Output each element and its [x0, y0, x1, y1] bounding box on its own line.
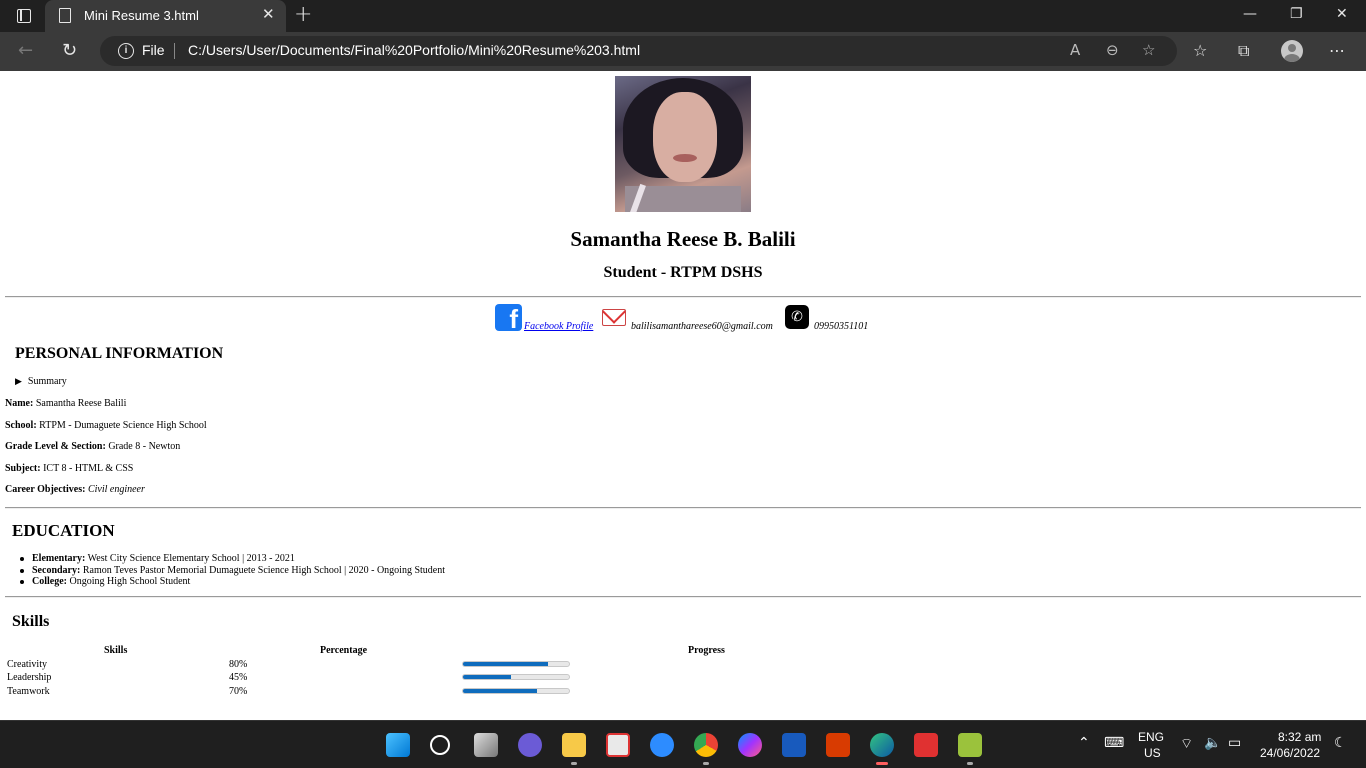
divider — [5, 507, 1361, 509]
summary-toggle[interactable]: ▶ Summary — [15, 376, 67, 387]
moon-icon[interactable]: ☾ — [1334, 735, 1347, 751]
info-icon[interactable]: i — [118, 43, 134, 59]
clock-time[interactable]: 8:32 am — [1278, 730, 1321, 744]
taskbar: ⌃ ⌨ ENG US ⌔ 🔈 ▭ 8:32 am 24/06/2022 ☾ — [0, 720, 1366, 768]
summary-label: Summary — [27, 376, 67, 387]
chat-icon[interactable] — [518, 733, 542, 757]
skill-name: Creativity — [7, 659, 47, 670]
profile-avatar[interactable] — [1281, 40, 1303, 62]
list-item: College: Ongoing High School Student — [19, 576, 445, 588]
read-aloud-icon[interactable]: A — [1070, 41, 1080, 59]
zoom-app-icon[interactable] — [650, 733, 674, 757]
address-bar[interactable]: i File C:/Users/User/Documents/Final%20P… — [100, 36, 1177, 66]
more-options-icon[interactable]: ⋯ — [1329, 41, 1345, 60]
word-icon[interactable] — [782, 733, 806, 757]
clock-date[interactable]: 24/06/2022 — [1260, 746, 1320, 760]
progress-bar-teamwork — [462, 688, 570, 694]
language-region[interactable]: US — [1144, 746, 1161, 760]
skills-heading: Skills — [12, 613, 50, 630]
progress-fill — [463, 662, 548, 666]
file-icon — [59, 8, 71, 23]
percentage-column-header: Percentage — [320, 645, 368, 656]
close-window-icon[interactable]: ✕ — [1336, 6, 1348, 22]
restore-icon[interactable]: ❐ — [1290, 6, 1303, 22]
add-favorite-icon[interactable]: ☆ — [1142, 41, 1155, 59]
education-list: Elementary: West City Science Elementary… — [19, 553, 446, 588]
email-icon — [602, 309, 626, 326]
collections-icon[interactable]: ⧉ — [1238, 41, 1249, 61]
skill-percent: 70% — [229, 686, 248, 697]
progress-bar-creativity — [462, 661, 570, 667]
education-heading: EDUCATION — [12, 521, 115, 540]
resume-subtitle: Student - RTPM DSHS — [603, 264, 763, 281]
phone-number: 09950351101 — [814, 321, 869, 332]
file-explorer-icon[interactable] — [562, 733, 586, 757]
wps-office-icon[interactable] — [914, 733, 938, 757]
info-grade-section: Grade Level & Section: Grade 8 - Newton — [5, 441, 181, 452]
minimize-icon[interactable]: — — [1243, 6, 1257, 22]
list-item: Elementary: West City Science Elementary… — [19, 553, 445, 565]
personal-info-heading: PERSONAL INFORMATION — [15, 345, 224, 362]
address-url[interactable]: C:/Users/User/Documents/Final%20Portfoli… — [188, 42, 640, 58]
progress-column-header: Progress — [688, 645, 725, 656]
refresh-icon[interactable]: ↻ — [62, 40, 77, 61]
zoom-icon[interactable]: ⊖ — [1106, 41, 1119, 59]
address-scheme: File — [142, 42, 165, 58]
progress-fill — [463, 675, 511, 679]
task-view-icon[interactable] — [474, 733, 498, 757]
divider — [5, 296, 1361, 298]
email-address: balilisamanthareese60@gmail.com — [631, 321, 773, 332]
tab-actions-icon[interactable] — [17, 9, 31, 23]
facebook-icon: f — [495, 304, 522, 331]
browser-tab-bar: Mini Resume 3.html ✕ + — ❐ ✕ — [0, 0, 1366, 32]
info-school: School: RTPM - Dumaguete Science High Sc… — [5, 420, 207, 431]
chrome-icon[interactable] — [694, 733, 718, 757]
skill-name: Leadership — [7, 672, 52, 683]
progress-fill — [463, 689, 538, 693]
tab-mini-resume[interactable]: Mini Resume 3.html ✕ — [45, 0, 286, 32]
wifi-icon[interactable]: ⌔ — [1180, 735, 1193, 753]
triangle-right-icon: ▶ — [15, 377, 22, 387]
spreadsheet-app-icon[interactable] — [958, 733, 982, 757]
skills-column-header: Skills — [104, 645, 128, 656]
page-content: Samantha Reese B. Balili Student - RTPM … — [0, 71, 1366, 720]
favorites-icon[interactable]: ☆ — [1193, 41, 1207, 60]
profile-photo — [615, 76, 751, 212]
close-tab-icon[interactable]: ✕ — [262, 5, 275, 23]
messenger-icon[interactable] — [738, 733, 762, 757]
skill-name: Teamwork — [7, 686, 50, 697]
address-divider — [174, 43, 175, 59]
resume-name: Samantha Reese B. Balili — [570, 227, 796, 251]
search-icon[interactable] — [430, 735, 450, 755]
battery-icon[interactable]: ▭ — [1228, 735, 1241, 751]
office-icon[interactable] — [826, 733, 850, 757]
divider — [5, 596, 1361, 598]
back-icon[interactable]: ← — [18, 40, 33, 61]
phone-icon: ✆ — [785, 305, 809, 329]
volume-icon[interactable]: 🔈 — [1204, 735, 1221, 751]
info-career-objectives: Career Objectives: Civil engineer — [5, 484, 145, 495]
info-name: Name: Samantha Reese Balili — [5, 398, 127, 409]
new-tab-icon[interactable]: + — [294, 2, 312, 27]
info-subject: Subject: ICT 8 - HTML & CSS — [5, 463, 134, 474]
facebook-profile-link[interactable]: Facebook Profile — [524, 321, 593, 332]
keyboard-icon[interactable]: ⌨ — [1104, 735, 1124, 751]
tab-title: Mini Resume 3.html — [84, 8, 199, 23]
start-icon[interactable] — [386, 733, 410, 757]
edge-icon[interactable] — [870, 733, 894, 757]
snipping-tool-icon[interactable] — [606, 733, 630, 757]
list-item: Secondary: Ramon Teves Pastor Memorial D… — [19, 564, 446, 576]
browser-toolbar: ← ↻ i File C:/Users/User/Documents/Final… — [0, 32, 1366, 71]
chevron-up-icon[interactable]: ⌃ — [1078, 735, 1090, 751]
skill-percent: 45% — [229, 672, 248, 683]
language-code[interactable]: ENG — [1138, 730, 1164, 744]
progress-bar-leadership — [462, 674, 570, 680]
skill-percent: 80% — [229, 659, 248, 670]
